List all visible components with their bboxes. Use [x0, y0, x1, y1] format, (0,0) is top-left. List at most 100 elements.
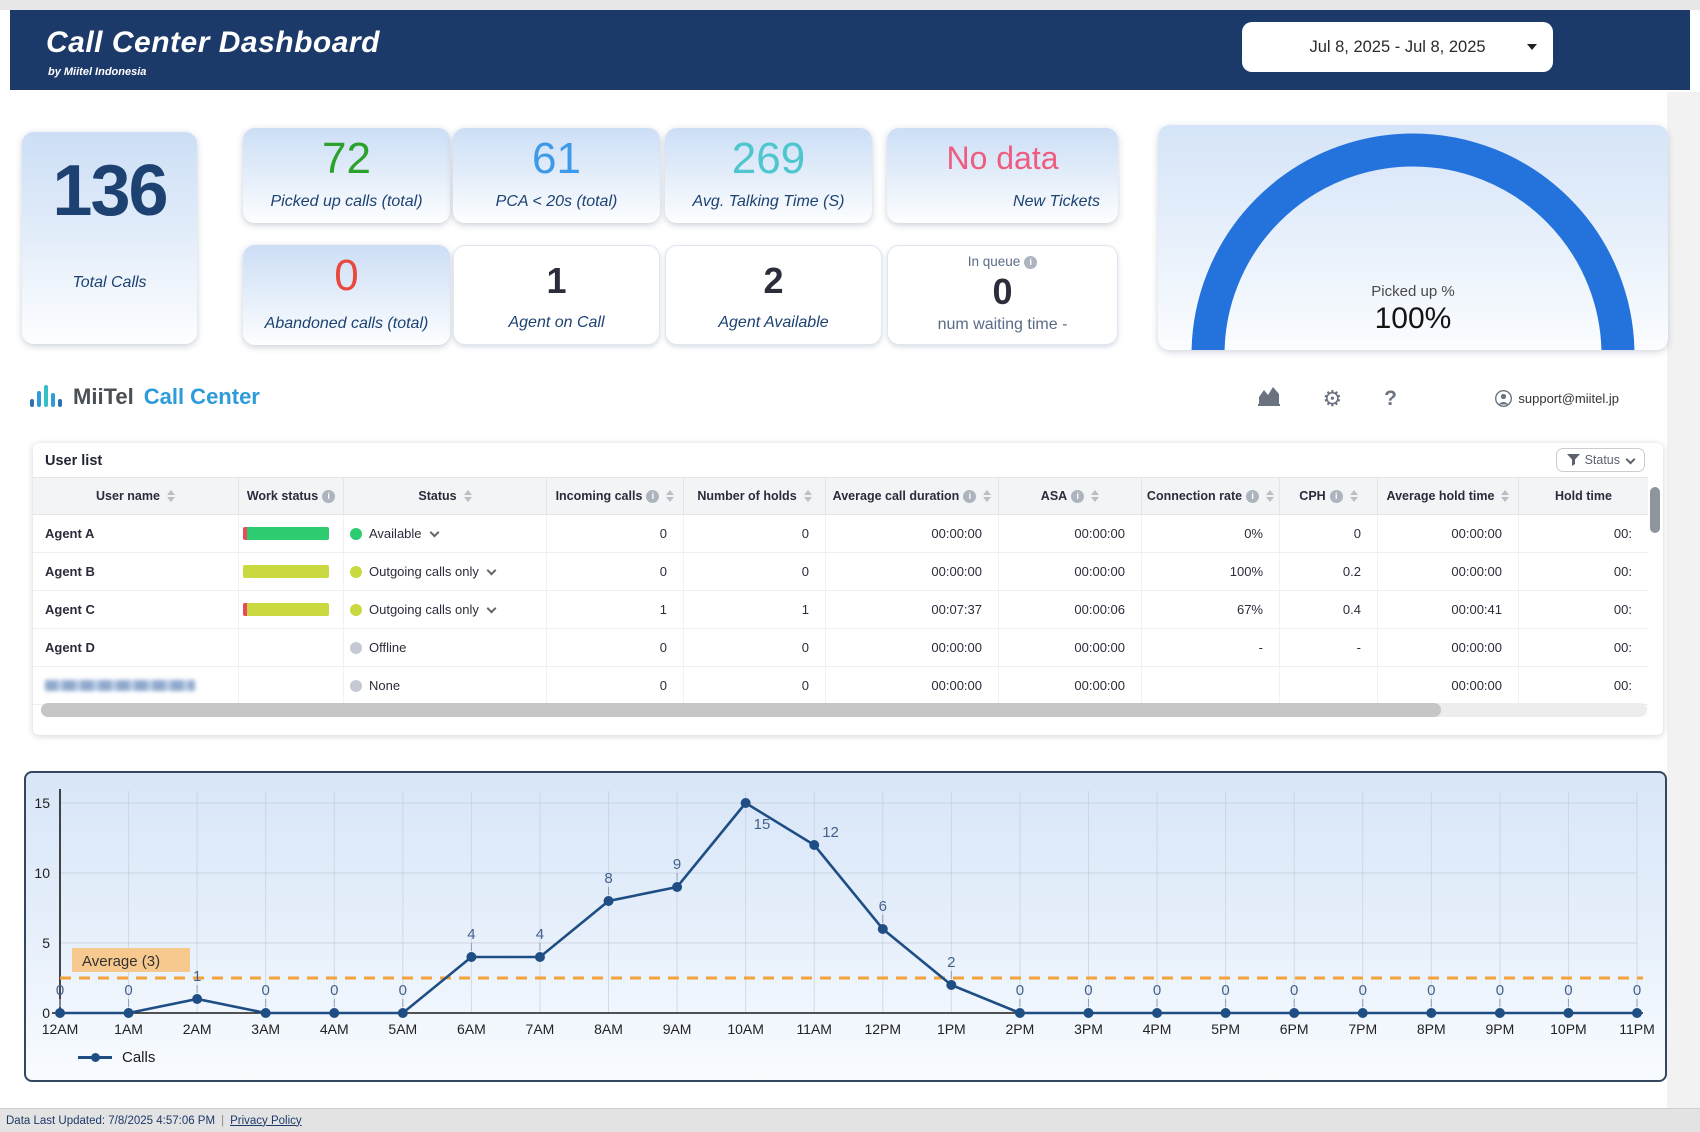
data-point-label: 0: [399, 982, 407, 999]
work-status-bar: [243, 527, 329, 540]
user-name-cell: Agent D: [33, 629, 238, 666]
chevron-down-icon: [429, 527, 439, 537]
data-point[interactable]: [1494, 1008, 1505, 1018]
column-header-number-of-holds[interactable]: Number of holds: [683, 478, 825, 514]
account-menu[interactable]: support@miitel.jp: [1495, 390, 1619, 407]
kpi-value: 136: [52, 151, 168, 231]
connection-rate-cell: 67%: [1141, 591, 1279, 628]
privacy-policy-link[interactable]: Privacy Policy: [230, 1115, 302, 1127]
data-point[interactable]: [466, 952, 477, 962]
data-point[interactable]: [809, 840, 820, 850]
column-header-connection-rate[interactable]: Connection rate i: [1141, 478, 1279, 514]
x-tick-label: 8AM: [594, 1021, 623, 1037]
column-header-work-status: Work status i: [238, 478, 343, 514]
help-icon[interactable]: ?: [1384, 387, 1397, 411]
column-label: ASA: [1040, 489, 1068, 503]
average-hold-time-cell: 00:00:00: [1377, 629, 1518, 666]
horizontal-scrollbar[interactable]: [41, 703, 1441, 717]
column-label: Average hold time: [1386, 489, 1495, 503]
last-updated-text: Data Last Updated: 7/8/2025 4:57:06 PM: [6, 1114, 216, 1127]
kpi-title: In queue i: [888, 254, 1117, 269]
work-status-cell: [238, 629, 343, 666]
column-header-user-name[interactable]: User name: [33, 478, 238, 514]
kpi-value: 0: [334, 251, 359, 300]
data-point[interactable]: [192, 994, 203, 1004]
data-point[interactable]: [946, 980, 957, 990]
filter-funnel-icon: [1566, 454, 1580, 466]
sort-arrows-icon: [1501, 490, 1510, 502]
data-point[interactable]: [1426, 1008, 1437, 1018]
data-point[interactable]: [329, 1008, 340, 1018]
data-point[interactable]: [1083, 1008, 1094, 1018]
incoming-calls-cell: 0: [546, 629, 683, 666]
info-icon[interactable]: i: [322, 489, 336, 503]
asa-cell: 00:00:00: [998, 515, 1141, 552]
connection-rate-cell: 0%: [1141, 515, 1279, 552]
status-label: Outgoing calls only: [369, 602, 479, 617]
analytics-icon[interactable]: [1258, 386, 1281, 411]
data-point[interactable]: [1289, 1008, 1300, 1018]
kpi-value: 72: [322, 134, 371, 183]
data-point[interactable]: [1152, 1008, 1163, 1018]
data-point[interactable]: [55, 1008, 65, 1018]
data-point[interactable]: [397, 1008, 408, 1018]
hold-time-cell: 00:: [1518, 515, 1648, 552]
user-name: Agent B: [45, 564, 95, 579]
data-point[interactable]: [1357, 1008, 1368, 1018]
data-point[interactable]: [1220, 1008, 1231, 1018]
legend-item-calls[interactable]: Calls: [78, 1049, 155, 1066]
data-point[interactable]: [672, 882, 683, 892]
column-header-incoming-calls[interactable]: Incoming calls i: [546, 478, 683, 514]
data-point[interactable]: [1632, 1008, 1642, 1018]
column-header-asa[interactable]: ASA i: [998, 478, 1141, 514]
info-icon[interactable]: i: [963, 489, 977, 503]
x-tick-label: 7PM: [1348, 1021, 1377, 1037]
chevron-down-icon: [486, 603, 497, 613]
x-tick-label: 4AM: [320, 1021, 349, 1037]
info-icon[interactable]: i: [1246, 489, 1260, 503]
info-icon[interactable]: i: [646, 489, 660, 503]
info-icon[interactable]: i: [1024, 255, 1038, 269]
status-dropdown[interactable]: Outgoing calls only: [343, 553, 546, 590]
column-label: Number of holds: [697, 489, 797, 503]
status-dropdown[interactable]: Outgoing calls only: [343, 591, 546, 628]
data-point-label: 0: [1221, 982, 1229, 999]
brand-primary: MiiTel: [73, 384, 134, 409]
x-tick-label: 12PM: [864, 1021, 901, 1037]
asa-cell: 00:00:06: [998, 591, 1141, 628]
x-tick-label: 10PM: [1550, 1021, 1587, 1037]
table-row: Agent B Outgoing calls only 0 0 00:00:00 00:0…: [33, 553, 1648, 591]
settings-gear-icon[interactable]: ⚙: [1322, 387, 1342, 409]
vertical-scrollbar[interactable]: [1650, 487, 1660, 533]
date-range-selector[interactable]: Jul 8, 2025 - Jul 8, 2025: [1242, 22, 1553, 72]
y-tick-label: 0: [42, 1005, 50, 1021]
data-point[interactable]: [603, 896, 614, 906]
column-header-average-call-duration[interactable]: Average call duration i: [825, 478, 998, 514]
miitel-logo[interactable]: MiiTel Call Center: [30, 384, 260, 410]
status-dropdown[interactable]: Available: [343, 515, 546, 552]
info-icon[interactable]: i: [1071, 489, 1085, 503]
status-label: Outgoing calls only: [369, 564, 479, 579]
data-point[interactable]: [1014, 1008, 1025, 1018]
x-tick-label: 12AM: [42, 1021, 79, 1037]
data-point[interactable]: [534, 952, 545, 962]
x-tick-label: 9PM: [1485, 1021, 1514, 1037]
data-point[interactable]: [1563, 1008, 1574, 1018]
x-tick-label: 9AM: [663, 1021, 692, 1037]
column-label: Work status: [246, 489, 319, 503]
column-header-average-hold-time[interactable]: Average hold time: [1377, 478, 1518, 514]
average-label: Average (3): [82, 953, 160, 970]
work-status-bar: [243, 565, 329, 578]
work-status-cell: [238, 553, 343, 590]
column-header-status[interactable]: Status: [343, 478, 546, 514]
data-point[interactable]: [123, 1008, 134, 1018]
data-point[interactable]: [260, 1008, 271, 1018]
status-filter-button[interactable]: Status: [1555, 448, 1645, 472]
info-icon[interactable]: i: [1329, 489, 1343, 503]
picked-up-gauge: Picked up % 100%: [1158, 125, 1668, 350]
column-header-cph[interactable]: CPH i: [1279, 478, 1377, 514]
data-point[interactable]: [877, 924, 888, 934]
data-point-label: 0: [262, 982, 270, 999]
data-point[interactable]: [740, 798, 751, 808]
calls-per-hour-chart: 0 5 10 15 12AM 1AM 2AM 3AM 4AM 5AM 6AM 7AM 8AM 9AM 10A…: [24, 771, 1667, 1082]
